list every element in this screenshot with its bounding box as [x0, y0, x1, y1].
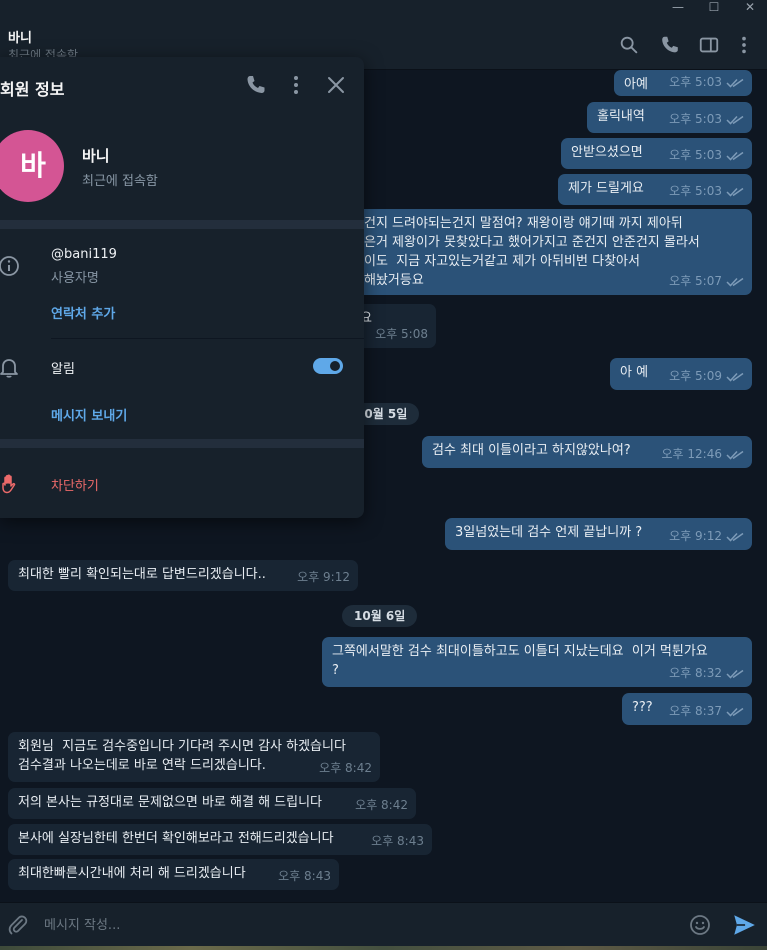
notifications-toggle[interactable]	[313, 358, 343, 374]
divider	[51, 338, 364, 339]
more-options-icon[interactable]	[733, 34, 755, 56]
send-message-button[interactable]: 메시지 보내기	[51, 405, 127, 424]
message-input[interactable]	[44, 913, 644, 937]
more-options-icon[interactable]	[284, 73, 308, 97]
phone-icon[interactable]	[659, 34, 681, 56]
panel-title: 회원 정보	[0, 80, 65, 99]
bell-icon	[0, 359, 18, 378]
date-separator: 10월 6일	[342, 605, 418, 627]
message-bubble[interactable]: 아 예 오후 5:09	[610, 358, 752, 390]
search-icon[interactable]	[618, 34, 640, 56]
message-bubble[interactable]: 건지 드려야되는건지 말점여? 재왕이랑 얘기때 까지 제아뒤 은거 제왕이가 …	[344, 209, 752, 295]
double-check-icon	[726, 707, 744, 717]
chat-title[interactable]: 바니	[8, 27, 32, 46]
close-icon[interactable]	[324, 73, 348, 97]
message-bubble[interactable]: 저의 본사는 규정대로 문제없으면 바로 해결 해 드립니다 오후 8:42	[8, 788, 416, 819]
block-user-button[interactable]: 차단하기	[51, 475, 99, 494]
profile-status: 최근에 접속함	[82, 174, 158, 189]
close-window-button[interactable]: ✕	[735, 0, 765, 18]
section-divider	[0, 220, 364, 229]
username-value[interactable]: @bani119	[51, 247, 117, 262]
notifications-label: 알림	[51, 362, 75, 377]
message-bubble[interactable]: 그쪽에서말한 검수 최대이틀하고도 이틀더 지났는데요 이거 먹튄가요 ? 오후…	[322, 637, 752, 687]
emoji-icon[interactable]	[688, 913, 712, 937]
profile-name: 바니	[82, 147, 110, 165]
send-icon[interactable]	[731, 912, 757, 938]
message-bubble[interactable]: 본사에 실장님한테 한번더 확인해보라고 전해드리겠습니다 오후 8:43	[8, 824, 432, 855]
section-divider	[0, 439, 364, 448]
minimize-button[interactable]: —	[663, 0, 693, 18]
message-composer	[0, 902, 767, 946]
info-icon	[0, 256, 19, 276]
double-check-icon	[726, 277, 744, 287]
add-contact-button[interactable]: 연락처 추가	[51, 303, 115, 322]
call-icon[interactable]	[244, 73, 268, 97]
double-check-icon	[726, 669, 744, 679]
message-bubble[interactable]: 홀릭내역 오후 5:03	[587, 102, 752, 133]
window-titlebar: — ☐ ✕	[0, 0, 767, 18]
double-check-icon	[726, 187, 744, 197]
avatar[interactable]: 바	[0, 130, 64, 202]
message-bubble[interactable]: 안받으셨으면 오후 5:03	[561, 138, 752, 169]
message-bubble[interactable]: 제가 드릴게요 오후 5:03	[558, 174, 752, 205]
sidebar-toggle-icon[interactable]	[698, 34, 720, 56]
attach-icon[interactable]	[6, 913, 30, 937]
message-bubble[interactable]: 3일넘었는데 검수 언제 끝납니까 ? 오후 9:12	[445, 518, 752, 550]
double-check-icon	[726, 151, 744, 161]
user-info-panel: 회원 정보 바 바니 최근에 접속함 @bani119 사용자명 연락처 추가 …	[0, 57, 364, 518]
maximize-button[interactable]: ☐	[699, 0, 729, 18]
message-bubble[interactable]: 검수 최대 이틀이라고 하지않았나여? 오후 12:46	[422, 436, 752, 468]
message-bubble[interactable]: ??? 오후 8:37	[622, 693, 752, 725]
message-bubble[interactable]: 아예 오후 5:03	[614, 70, 752, 96]
double-check-icon	[726, 115, 744, 125]
toggle-knob	[328, 359, 342, 373]
message-bubble[interactable]: 최대한빠른시간내에 처리 해 드리겠습니다 오후 8:43	[8, 859, 339, 890]
block-hand-icon	[2, 474, 16, 494]
double-check-icon	[726, 372, 744, 382]
double-check-icon	[726, 450, 744, 460]
double-check-icon	[726, 78, 744, 88]
message-bubble[interactable]: 회원님 지금도 검수중입니다 기다려 주시면 감사 하겠습니다 검수결과 나오는…	[8, 732, 380, 782]
desktop-background-strip	[0, 946, 767, 950]
message-bubble[interactable]: 최대한 빨리 확인되는대로 답변드리겠습니다.. 오후 9:12	[8, 560, 358, 591]
double-check-icon	[726, 532, 744, 542]
username-label: 사용자명	[51, 271, 99, 286]
